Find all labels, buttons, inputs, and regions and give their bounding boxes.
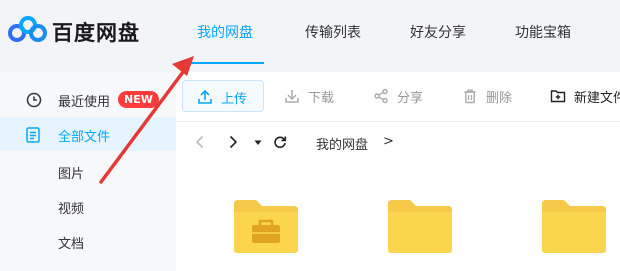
- caret-down-icon[interactable]: [254, 140, 262, 146]
- main-content: 上传 下载 分享 删除 新建文件 我的网盘 >: [176, 72, 620, 271]
- breadcrumb-separator: >: [383, 134, 394, 149]
- app-name: 百度网盘: [52, 21, 140, 45]
- sidebar: 最近使用 NEW 全部文件 图片 视频 文档: [0, 72, 176, 271]
- refresh-icon[interactable]: [273, 135, 287, 149]
- tab-friend-share[interactable]: 好友分享: [410, 22, 466, 42]
- sidebar-item-recent[interactable]: 最近使用 NEW: [0, 82, 176, 116]
- download-button[interactable]: 下载: [284, 80, 344, 112]
- upload-icon: [198, 89, 212, 104]
- top-header: 百度网盘 我的网盘 传输列表 好友分享 功能宝箱: [0, 0, 620, 72]
- sidebar-item-images[interactable]: 图片: [58, 163, 84, 182]
- delete-button[interactable]: 删除: [462, 80, 522, 112]
- new-folder-button[interactable]: 新建文件: [550, 80, 620, 112]
- active-tab-indicator: [190, 62, 264, 64]
- download-icon: [285, 90, 299, 103]
- sidebar-item-all-files[interactable]: 全部文件: [0, 117, 176, 151]
- upload-button[interactable]: 上传: [182, 80, 264, 112]
- tab-my-drive[interactable]: 我的网盘: [197, 22, 253, 42]
- toolbox-folder-icon[interactable]: [232, 198, 300, 254]
- share-label: 分享: [397, 91, 424, 106]
- clock-icon: [26, 92, 42, 108]
- breadcrumb: 我的网盘 >: [176, 123, 620, 161]
- new-folder-label: 新建文件: [574, 91, 620, 106]
- tab-transfer-list[interactable]: 传输列表: [305, 22, 361, 42]
- trash-icon: [464, 89, 476, 104]
- breadcrumb-current[interactable]: 我的网盘: [316, 134, 368, 153]
- folder-icon[interactable]: [386, 198, 454, 254]
- sidebar-item-documents[interactable]: 文档: [58, 233, 84, 252]
- share-icon: [374, 88, 388, 104]
- sidebar-item-label: 最近使用: [58, 95, 111, 110]
- sidebar-item-videos[interactable]: 视频: [58, 198, 84, 217]
- delete-label: 删除: [486, 91, 513, 106]
- toolbar: 上传 下载 分享 删除 新建文件: [176, 72, 620, 122]
- new-folder-icon: [550, 90, 566, 103]
- new-badge: NEW: [118, 91, 159, 108]
- download-label: 下载: [308, 91, 335, 106]
- app-logo[interactable]: 百度网盘: [8, 14, 158, 48]
- sidebar-item-label: 全部文件: [58, 130, 111, 145]
- folder-icon[interactable]: [540, 198, 608, 254]
- forward-arrow-icon[interactable]: [227, 135, 239, 149]
- tab-toolbox[interactable]: 功能宝箱: [515, 22, 571, 42]
- back-arrow-icon[interactable]: [194, 135, 206, 149]
- baidu-cloud-logo-icon: [8, 16, 47, 42]
- document-icon: [26, 127, 40, 143]
- upload-label: 上传: [221, 92, 248, 107]
- share-button[interactable]: 分享: [373, 80, 433, 112]
